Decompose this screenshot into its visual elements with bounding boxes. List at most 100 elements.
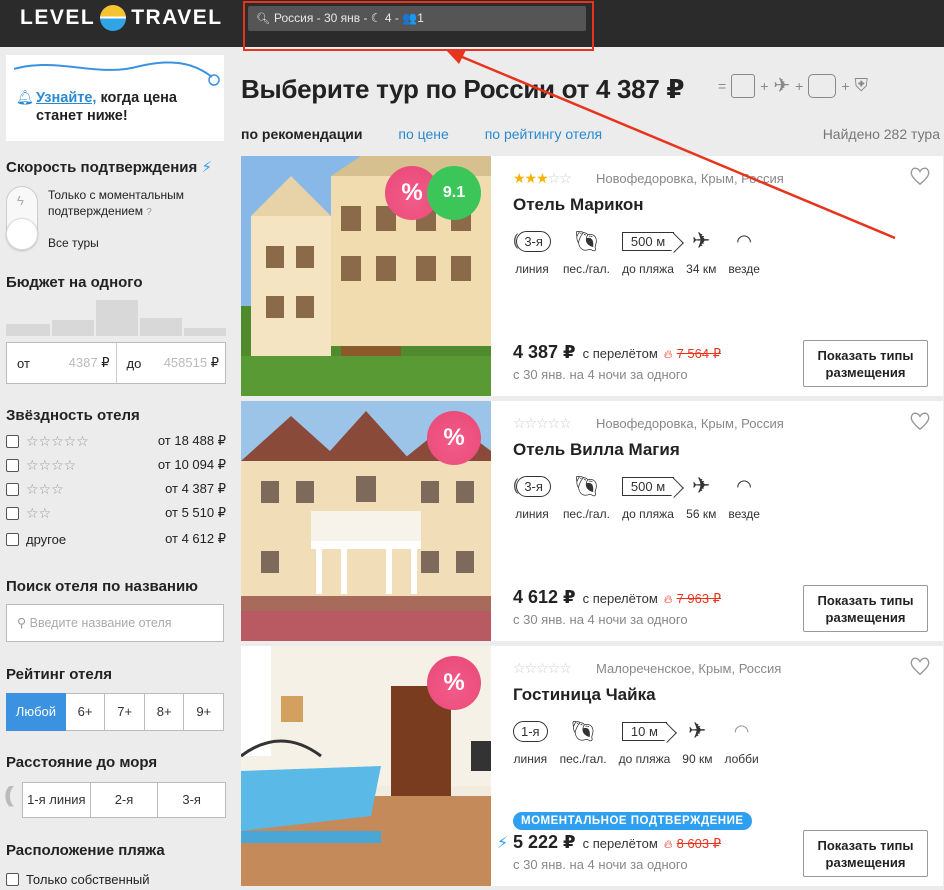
beach-type-icon: 🐚︎ — [573, 230, 600, 253]
line-pill: 3-я — [516, 230, 551, 252]
fire-icon: 🔥︎ — [663, 347, 673, 361]
stars-title: Звёздность отеля — [6, 407, 140, 424]
discount-badge-icon: % — [427, 656, 481, 710]
distance-option-3[interactable]: 3-я — [158, 782, 227, 818]
checkbox[interactable] — [6, 434, 19, 448]
distance-filter: 1-я линия 2-я 3-я — [22, 782, 227, 818]
old-price: 8 603 ₽ — [676, 836, 722, 851]
hotel-photo[interactable]: % — [241, 646, 491, 886]
hotel-name[interactable]: Отель Вилла Магия — [513, 440, 680, 460]
rating-option-7[interactable]: 7+ — [105, 693, 145, 731]
price-line: 4 387 ₽ с перелётом 🔥︎ 7 564 ₽ — [513, 342, 722, 362]
hotel-card[interactable]: % 9.1 ★★★☆☆ Новофедоровка, Крым, Россия … — [241, 156, 943, 396]
hotel-name-search-input[interactable]: ⚲ Введите название отеля — [6, 604, 224, 642]
show-room-types-button[interactable]: Показать типы размещения — [803, 585, 928, 632]
distance-tag: 500 м — [621, 476, 675, 496]
sort-rating[interactable]: по рейтингу отеля — [485, 126, 602, 142]
rating-title: Рейтинг отеля — [6, 666, 112, 683]
distance-tag: 500 м — [621, 231, 675, 251]
star-rating-icon: ☆☆☆☆☆ — [513, 415, 572, 431]
tour-dates: с 30 янв. на 4 ночи за одного — [513, 857, 688, 872]
rating-option-8[interactable]: 8+ — [144, 693, 185, 731]
sort-price[interactable]: по цене — [398, 126, 448, 142]
histogram-bar — [52, 320, 94, 336]
hotel-photo[interactable]: % 9.1 — [241, 156, 491, 396]
star-filter-row[interactable]: другое от 4 612 ₽ — [6, 530, 226, 548]
hotel-features: (3-я линия 🐚︎ пес./гал. 500 м до пляжа ✈︎ 34… — [513, 226, 760, 276]
favorite-heart-icon[interactable] — [909, 656, 931, 676]
stars-icon: ☆☆☆☆☆ — [26, 432, 89, 449]
hotel-info: ★★★☆☆ Новофедоровка, Крым, Россия Отель … — [513, 156, 943, 396]
rating-option-9[interactable]: 9+ — [184, 693, 224, 731]
tour-formula: = + ✈︎ + + ⛨ — [718, 73, 869, 98]
search-icon: ⚲ — [17, 616, 27, 630]
checkbox[interactable] — [6, 872, 19, 886]
tour-dates: с 30 янв. на 4 ночи за одного — [513, 612, 688, 627]
feature-beach: 🐚︎ пес./гал. — [560, 716, 607, 767]
star-rating-icon: ★★★☆☆ — [513, 170, 572, 186]
price-alert-text: Узнайте, когда цена станет ниже! — [36, 90, 177, 124]
price-line: 5 222 ₽ с перелётом 🔥︎ 8 603 ₽ — [513, 832, 722, 852]
price-alert-link[interactable]: Узнайте, — [36, 90, 96, 106]
star-filter-row[interactable]: ☆☆☆☆ от 10 094 ₽ — [6, 456, 226, 474]
discount-badge-icon: % — [427, 411, 481, 465]
feature-airport: ✈︎ 90 км — [682, 718, 713, 766]
hotel-photo[interactable]: % — [241, 401, 491, 641]
hotel-card[interactable]: % ⚡︎ ☆☆☆☆☆ Малореченское, Крым, Россия Г… — [241, 646, 943, 886]
sort-recommended[interactable]: по рекомендации — [241, 126, 363, 142]
stars-icon: ☆☆☆☆ — [26, 456, 77, 473]
checkbox[interactable] — [6, 532, 19, 546]
speed-option-instant[interactable]: Только с моментальным подтверждением ? — [48, 187, 184, 221]
beach-option-row[interactable]: Только собственный — [6, 870, 226, 888]
help-icon[interactable]: ? — [146, 207, 152, 218]
logo[interactable]: LEVEL TRAVEL — [20, 5, 223, 31]
distance-option-1[interactable]: 1-я линия — [22, 782, 91, 818]
hotel-location: Новофедоровка, Крым, Россия — [596, 416, 784, 431]
show-room-types-button[interactable]: Показать типы размещения — [803, 340, 928, 387]
stars-icon: ☆☆☆ — [26, 480, 64, 497]
feature-airport: ✈︎ 34 км — [686, 228, 717, 276]
budget-to-field[interactable]: до 458515 ₽ — [115, 343, 226, 383]
hotel-name[interactable]: Гостиница Чайка — [513, 685, 656, 705]
fire-icon: 🔥︎ — [663, 592, 673, 606]
hotel-card[interactable]: % ☆☆☆☆☆ Новофедоровка, Крым, Россия Отел… — [241, 401, 943, 641]
star-filter-row[interactable]: ☆☆☆☆☆ от 18 488 ₽ — [6, 432, 226, 450]
plane-icon: ✈︎ — [688, 718, 707, 743]
feature-distance: 10 м до пляжа — [618, 721, 671, 766]
budget-title: Бюджет на одного — [6, 274, 143, 291]
page-title: Выберите тур по России от 4 387 ₽ — [241, 74, 685, 104]
hotel-name[interactable]: Отель Марикон — [513, 195, 644, 215]
lightning-small-icon: ϟ — [17, 193, 24, 208]
instant-confirm-badge: МОМЕНТАЛЬНОЕ ПОДТВЕРЖДЕНИЕ — [513, 812, 752, 830]
show-room-types-button[interactable]: Показать типы размещения — [803, 830, 928, 877]
star-filter-row[interactable]: ☆☆☆ от 4 387 ₽ — [6, 480, 226, 498]
rating-option-any[interactable]: Любой — [6, 693, 66, 731]
price-alert-banner[interactable]: 🔔︎ Узнайте, когда цена станет ниже! — [6, 55, 224, 141]
distance-option-2[interactable]: 2-я — [90, 782, 159, 818]
bus-icon — [808, 73, 837, 98]
speed-option-all[interactable]: Все туры — [48, 236, 99, 250]
insurance-icon: ⛨ — [854, 75, 869, 95]
fire-icon: 🔥︎ — [663, 837, 673, 851]
hotel-icon — [731, 73, 756, 98]
star-other-label: другое — [26, 531, 67, 547]
favorite-heart-icon[interactable] — [909, 411, 931, 431]
rating-option-6[interactable]: 6+ — [65, 693, 106, 731]
waves-icon: ((( — [4, 782, 14, 807]
star-filter-row[interactable]: ☆☆ от 5 510 ₽ — [6, 504, 226, 522]
logo-left: LEVEL — [20, 6, 96, 29]
checkbox[interactable] — [6, 506, 19, 520]
sort-tabs: по рекомендации по цене по рейтингу отел… — [241, 126, 634, 142]
distance-title: Расстояние до моря — [6, 754, 158, 771]
toggle-knob[interactable] — [6, 218, 38, 250]
feature-beach: 🐚︎ пес./гал. — [563, 226, 610, 277]
instant-confirm-toggle[interactable]: ϟ — [6, 186, 38, 250]
checkbox[interactable] — [6, 482, 19, 496]
hotel-info: ☆☆☆☆☆ Новофедоровка, Крым, Россия Отель … — [513, 401, 943, 641]
feature-distance: 500 м до пляжа — [621, 231, 675, 276]
budget-from-field[interactable]: от 4387 ₽ — [7, 343, 116, 383]
line-pill: 3-я — [516, 475, 551, 497]
checkbox[interactable] — [6, 458, 19, 472]
favorite-heart-icon[interactable] — [909, 166, 931, 186]
price: 4 387 ₽ — [513, 342, 576, 362]
